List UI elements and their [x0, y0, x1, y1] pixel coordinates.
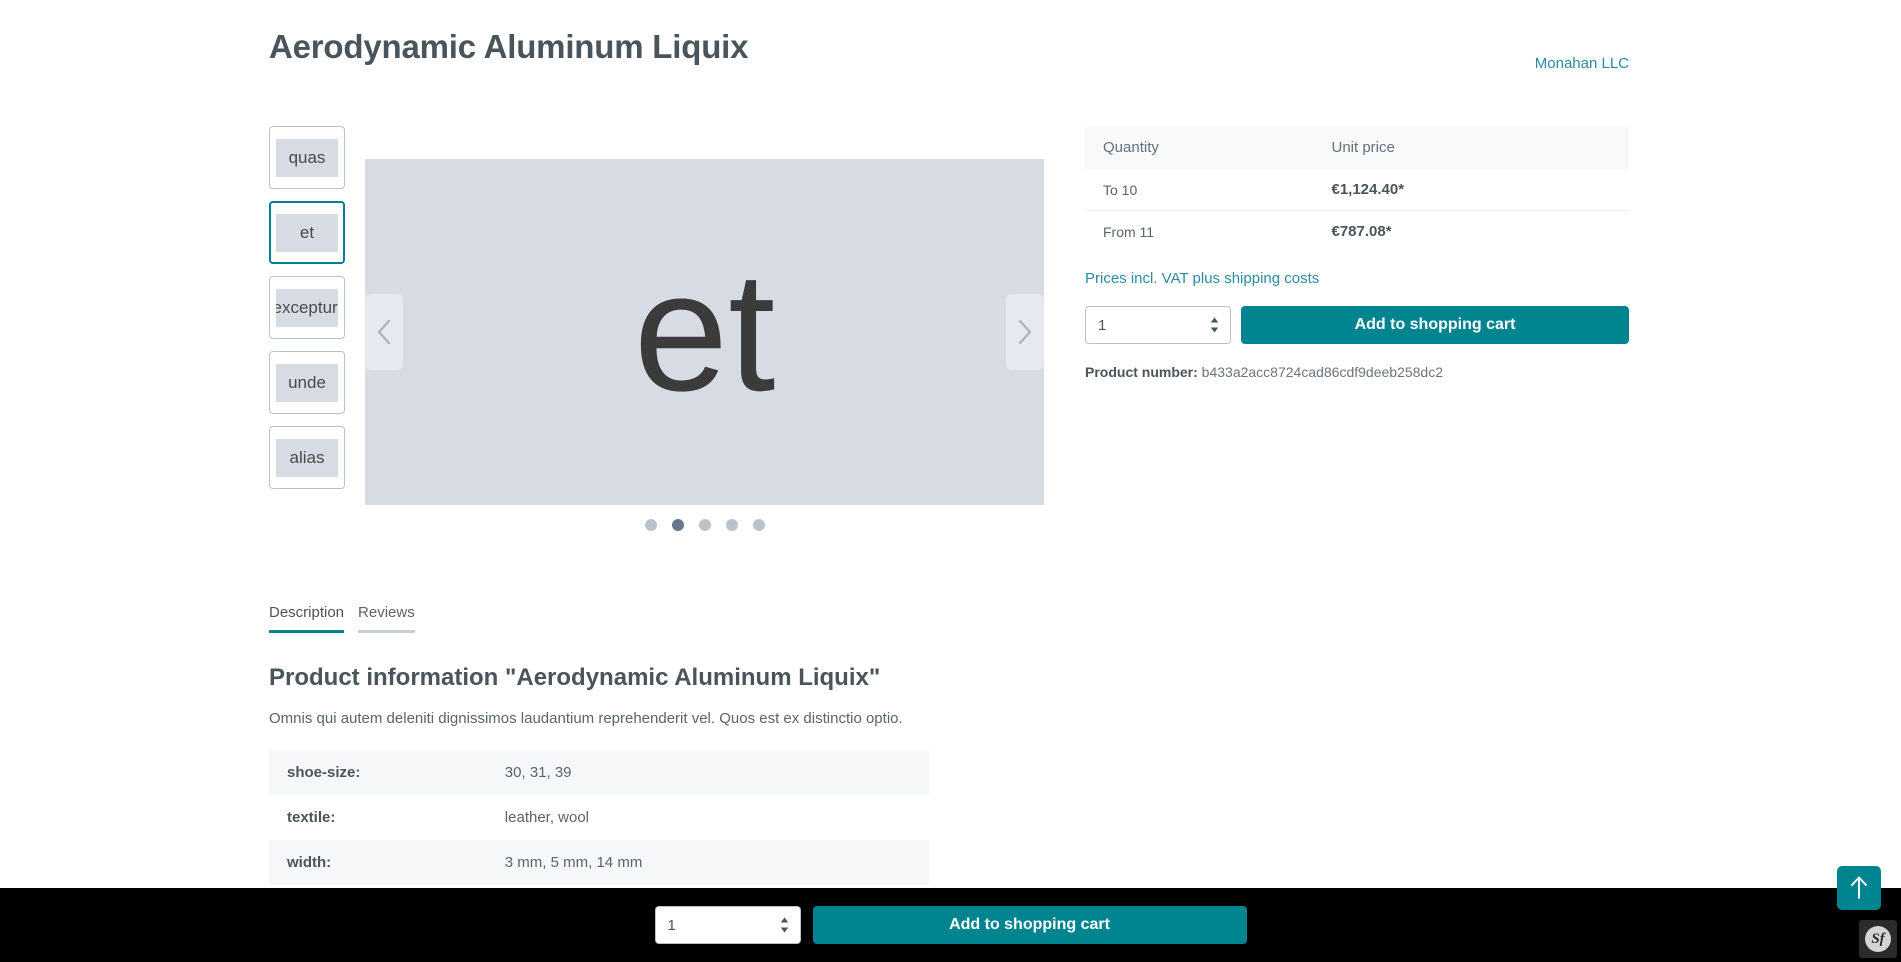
gallery-thumbnail[interactable]: et	[269, 201, 345, 264]
stepper-arrows-icon	[1210, 317, 1219, 333]
buy-box: Quantity Unit price To 10 €1,124.40* Fro…	[1085, 126, 1629, 380]
property-label: textile:	[287, 809, 336, 826]
product-number-label: Product number:	[1085, 364, 1198, 380]
property-label: shoe-size:	[287, 764, 361, 781]
quantity-value: 1	[667, 916, 676, 934]
manufacturer-link[interactable]: Monahan LLC	[1535, 55, 1629, 72]
content-tabs: Description Reviews	[269, 604, 429, 633]
gallery-dot[interactable]	[725, 519, 738, 531]
chevron-left-icon	[376, 319, 392, 345]
table-row: From 11 €787.08*	[1085, 210, 1629, 252]
gallery-thumbnail[interactable]: unde	[269, 351, 345, 414]
table-header-row: Quantity Unit price	[1085, 126, 1629, 169]
purchase-controls: 1 Add to shopping cart	[1085, 306, 1629, 344]
product-number-value: b433a2acc8724cad86cdf9deeb258dc2	[1201, 364, 1444, 380]
main-product-image[interactable]: et	[365, 159, 1044, 505]
tier-price: €787.08*	[1313, 210, 1629, 252]
thumbnail-image-placeholder: et	[276, 213, 338, 252]
gallery-dot[interactable]	[752, 519, 765, 531]
gallery-thumbnail[interactable]: alias	[269, 426, 345, 489]
product-detail-page: Aerodynamic Aluminum Liquix Monahan LLC …	[0, 0, 1901, 962]
product-header: Aerodynamic Aluminum Liquix Monahan LLC	[269, 18, 1629, 78]
gallery-dot[interactable]	[671, 519, 684, 531]
property-value: 30, 31, 39	[504, 764, 572, 781]
arrow-up-icon	[1850, 875, 1868, 902]
gallery-dot-indicators	[365, 519, 1044, 531]
add-to-cart-button[interactable]: Add to shopping cart	[1241, 306, 1629, 344]
thumbnail-image-placeholder: excepturi	[276, 288, 338, 327]
thumbnail-image-placeholder: unde	[276, 363, 338, 402]
product-properties-table: shoe-size: 30, 31, 39 textile: leather, …	[269, 750, 929, 885]
main-image-placeholder-text: et	[633, 237, 776, 427]
thumbnail-image-placeholder: quas	[276, 138, 338, 177]
property-value: 3 mm, 5 mm, 14 mm	[504, 854, 643, 871]
tab-description[interactable]: Description	[269, 604, 345, 633]
product-number: Product number: b433a2acc8724cad86cdf9de…	[1085, 364, 1629, 380]
tier-price: €1,124.40*	[1331, 181, 1405, 198]
price-tier-table: Quantity Unit price To 10 €1,124.40* Fro…	[1085, 126, 1629, 252]
gallery-dot[interactable]	[644, 519, 657, 531]
gallery-next-button[interactable]	[1006, 294, 1044, 370]
tier-quantity: From 11	[1085, 210, 1314, 252]
table-row: textile: leather, wool	[269, 795, 929, 840]
symfony-profiler-badge[interactable]: Sf	[1859, 920, 1897, 958]
chevron-right-icon	[1017, 319, 1033, 345]
table-row: shoe-size: 30, 31, 39	[269, 750, 929, 795]
sticky-add-to-cart-button[interactable]: Add to shopping cart	[812, 906, 1247, 944]
gallery-thumbnail[interactable]: excepturi	[269, 276, 345, 339]
quantity-value: 1	[1098, 316, 1107, 334]
sticky-buy-bar: 1 Add to shopping cart	[0, 888, 1901, 962]
table-row: To 10 €1,124.40*	[1085, 169, 1629, 211]
property-label: width:	[287, 854, 332, 871]
page-title: Aerodynamic Aluminum Liquix	[269, 28, 749, 65]
thumbnail-image-placeholder: alias	[276, 438, 338, 477]
vat-shipping-note[interactable]: Prices incl. VAT plus shipping costs	[1085, 270, 1629, 287]
description-text: Omnis qui autem deleniti dignissimos lau…	[269, 710, 903, 727]
quantity-select[interactable]: 1	[1085, 306, 1231, 344]
stepper-arrows-icon	[780, 917, 789, 933]
symfony-logo-icon: Sf	[1865, 926, 1891, 952]
scroll-to-top-button[interactable]	[1837, 866, 1881, 910]
column-header-unit-price: Unit price	[1313, 126, 1629, 169]
gallery-thumbnail[interactable]: quas	[269, 126, 345, 189]
gallery-dot[interactable]	[698, 519, 711, 531]
description-heading: Product information "Aerodynamic Aluminu…	[269, 664, 881, 691]
gallery-prev-button[interactable]	[365, 294, 403, 370]
tab-reviews[interactable]: Reviews	[358, 604, 415, 633]
property-value: leather, wool	[504, 809, 590, 826]
thumbnail-strip: quas et excepturi unde alias	[269, 126, 345, 501]
tier-quantity: To 10	[1103, 181, 1138, 198]
column-header-quantity: Quantity	[1085, 126, 1314, 169]
sticky-quantity-select[interactable]: 1	[654, 906, 801, 944]
product-gallery: quas et excepturi unde alias et	[269, 126, 1044, 546]
table-row: width: 3 mm, 5 mm, 14 mm	[269, 840, 929, 885]
